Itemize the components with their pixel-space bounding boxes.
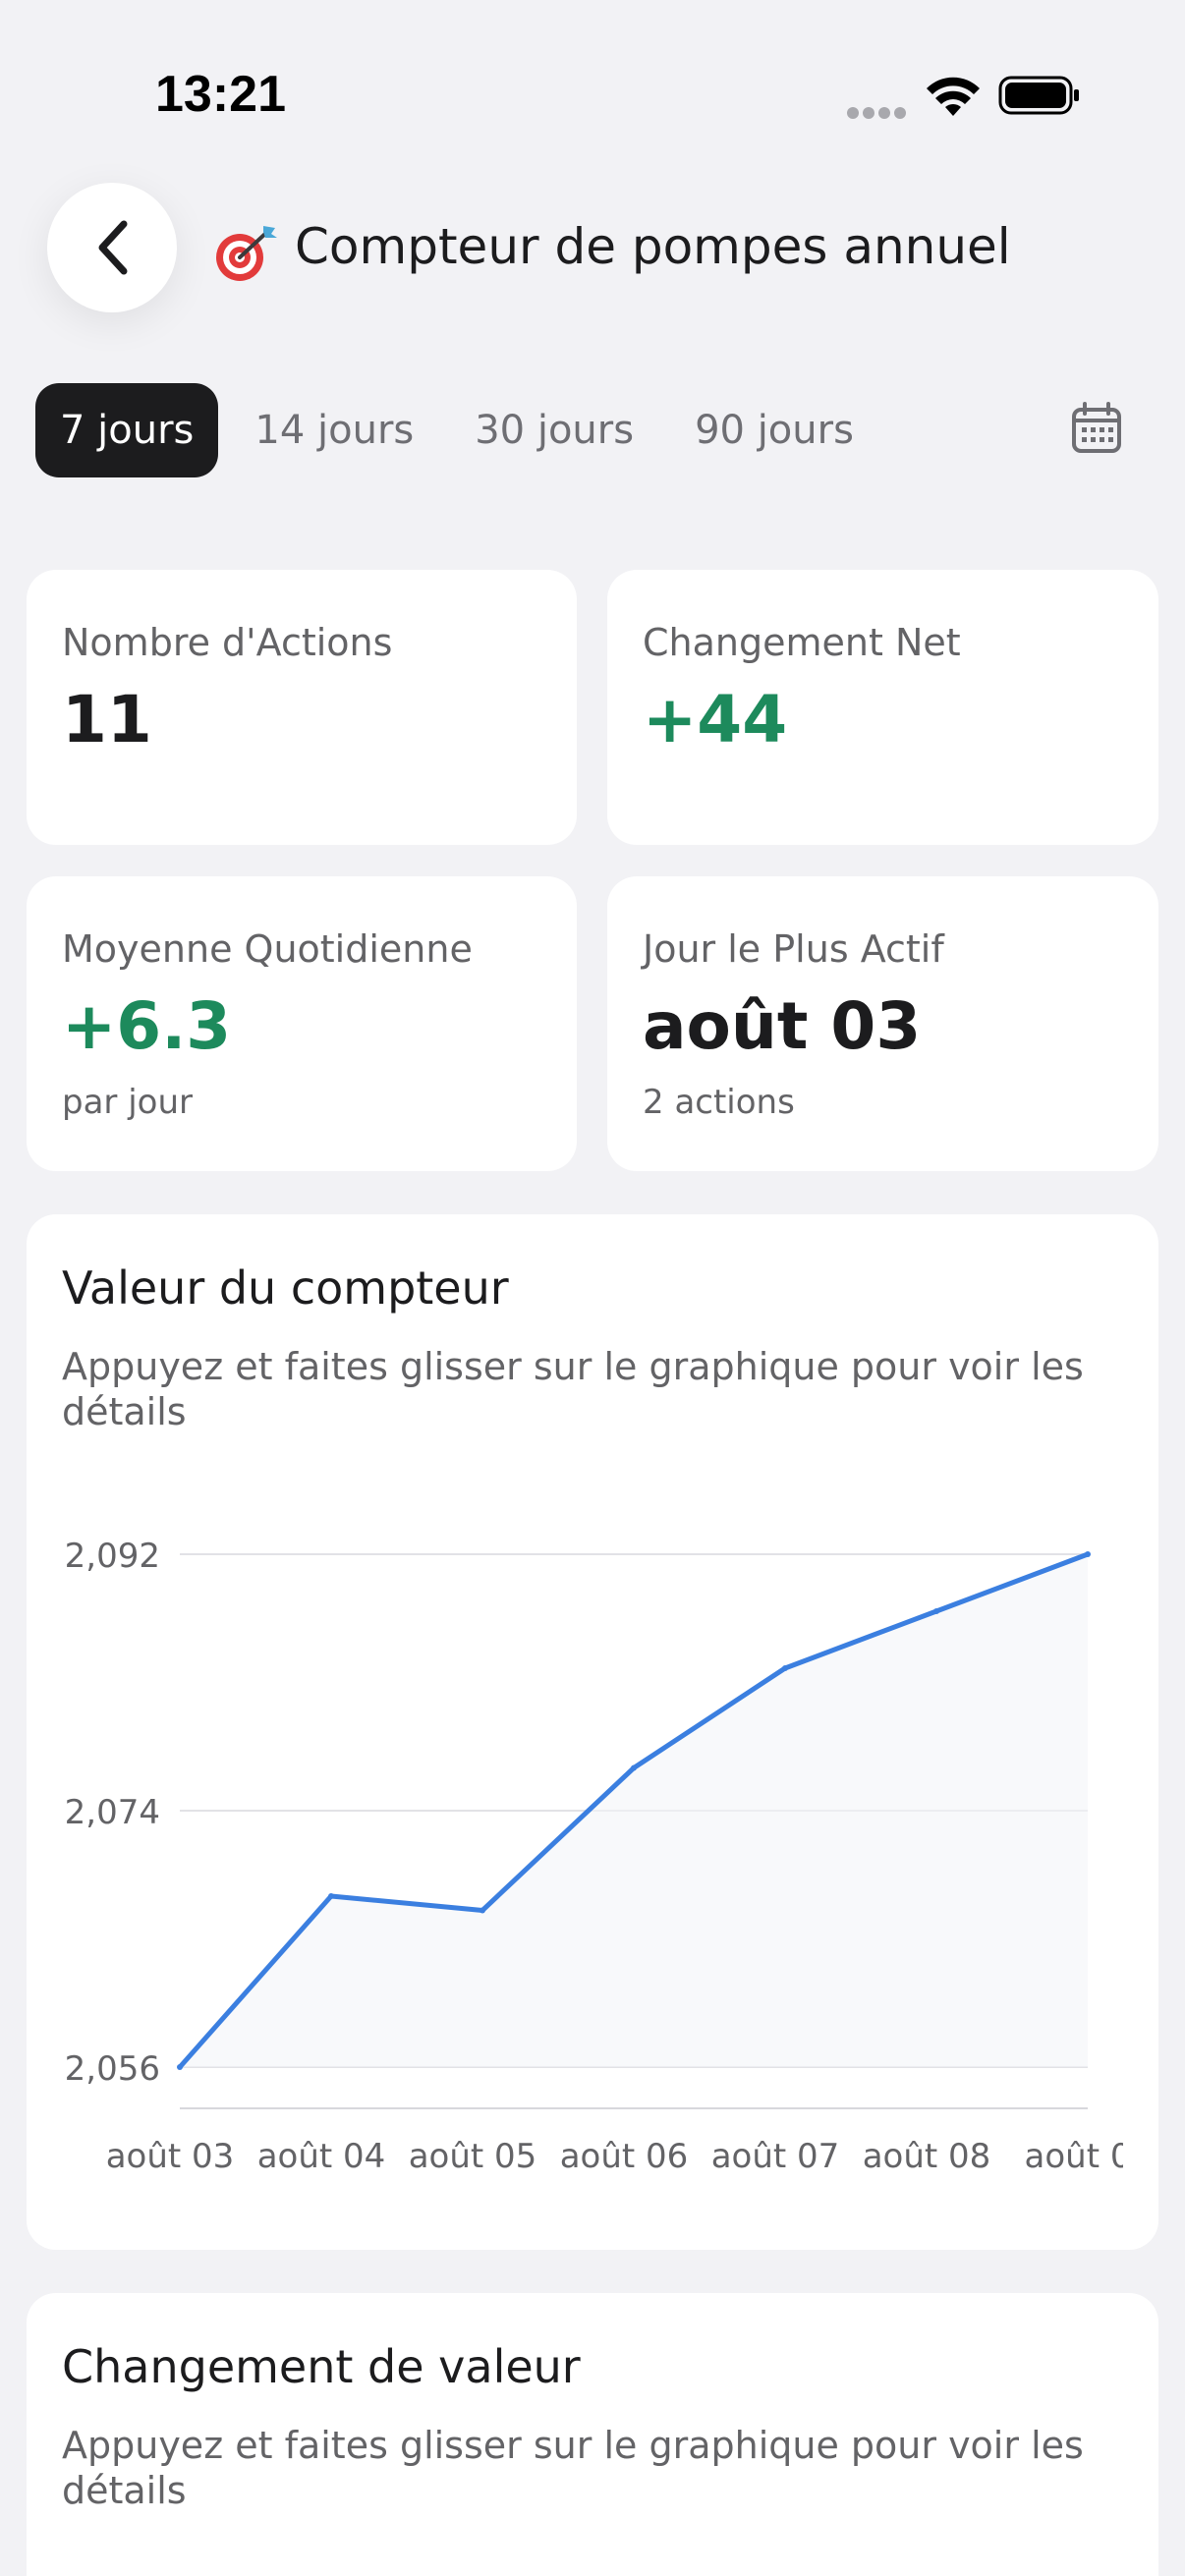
chart-title: Changement de valeur xyxy=(62,2340,581,2393)
counter-chart-card: Valeur du compteur Appuyez et faites gli… xyxy=(27,1214,1158,2250)
stat-label: Jour le Plus Actif xyxy=(643,927,944,971)
counter-line-chart[interactable]: 2,056 2,074 2,092 août 03 août 04 août 05 août… xyxy=(27,1214,1158,2250)
status-time: 13:21 xyxy=(155,66,286,123)
x-tick-label: août 04 xyxy=(257,2137,386,2176)
x-tick-label: août 03 xyxy=(106,2137,235,2176)
data-point xyxy=(328,1893,334,1899)
y-tick-label: 2,074 xyxy=(65,1793,160,1832)
range-tabs: 7 jours 14 jours 30 jours 90 jours xyxy=(35,383,890,477)
data-point xyxy=(933,1608,939,1614)
battery-icon xyxy=(998,76,1079,115)
x-tick-label: août 05 xyxy=(409,2137,537,2176)
stat-value: 11 xyxy=(62,682,152,757)
change-chart-card: Changement de valeur Appuyez et faites g… xyxy=(27,2293,1158,2576)
x-tick-label: août 07 xyxy=(711,2137,840,2176)
stat-card-daily-average: Moyenne Quotidienne +6.3 par jour xyxy=(27,876,577,1171)
data-point xyxy=(480,1907,485,1914)
y-tick-label: 2,056 xyxy=(65,2049,160,2089)
cellular-signal-icon xyxy=(847,104,910,119)
data-point xyxy=(631,1764,637,1771)
stat-subtext: 2 actions xyxy=(643,1083,795,1122)
stat-subtext: par jour xyxy=(62,1083,193,1122)
back-button[interactable] xyxy=(47,183,177,312)
stat-card-net-change: Changement Net +44 xyxy=(607,570,1158,845)
calendar-icon[interactable] xyxy=(1069,401,1124,456)
tab-14-days[interactable]: 14 jours xyxy=(230,383,438,477)
stat-card-most-active-day: Jour le Plus Actif août 03 2 actions xyxy=(607,876,1158,1171)
tab-7-days[interactable]: 7 jours xyxy=(35,383,219,477)
chevron-left-icon xyxy=(98,220,128,275)
target-icon xyxy=(216,226,277,281)
stat-value: août 03 xyxy=(643,988,922,1064)
data-point xyxy=(177,2064,183,2070)
tab-30-days[interactable]: 30 jours xyxy=(450,383,658,477)
stat-card-actions: Nombre d'Actions 11 xyxy=(27,570,577,845)
stat-value: +6.3 xyxy=(62,988,232,1064)
status-bar: 13:21 xyxy=(0,0,1185,187)
x-tick-label: août 0 xyxy=(1025,2137,1132,2176)
data-point xyxy=(782,1665,788,1671)
page-title: Compteur de pompes annuel xyxy=(295,218,1011,275)
stat-label: Moyenne Quotidienne xyxy=(62,927,473,971)
stat-label: Changement Net xyxy=(643,621,961,664)
stat-label: Nombre d'Actions xyxy=(62,621,393,664)
chart-hint: Appuyez et faites glisser sur le graphiq… xyxy=(62,2424,1084,2512)
data-point xyxy=(1085,1551,1091,1557)
tab-90-days[interactable]: 90 jours xyxy=(670,383,878,477)
stat-value: +44 xyxy=(643,682,788,757)
wifi-icon xyxy=(927,77,980,116)
x-tick-label: août 06 xyxy=(560,2137,689,2176)
y-tick-label: 2,092 xyxy=(65,1537,160,1576)
x-tick-label: août 08 xyxy=(863,2137,991,2176)
